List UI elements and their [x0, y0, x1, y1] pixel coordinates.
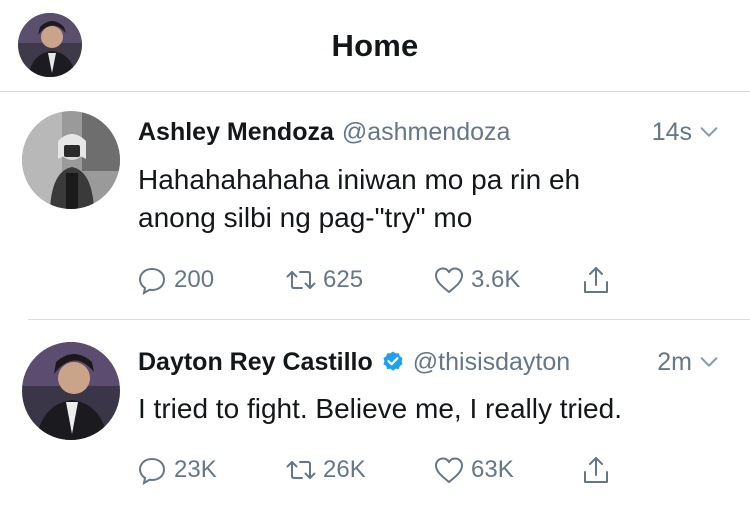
author-name[interactable]: Ashley Mendoza — [138, 118, 334, 147]
tweet-text-line: anong silbi ng pag-"try" mo — [138, 202, 473, 233]
chevron-down-icon[interactable] — [698, 351, 720, 373]
like-button[interactable]: 63K — [433, 453, 514, 487]
reply-icon — [138, 457, 166, 485]
like-icon — [435, 457, 463, 483]
tweet-text: I tried to fight. Believe me, I really t… — [138, 390, 710, 428]
top-bar: Home — [0, 0, 750, 92]
timestamp[interactable]: 14s — [652, 118, 692, 147]
tweet-header: Ashley Mendoza @ashmendoza 14s — [138, 115, 720, 149]
like-icon — [435, 267, 463, 293]
avatar[interactable] — [22, 342, 120, 440]
retweet-icon — [286, 461, 316, 479]
retweet-button[interactable]: 26K — [285, 453, 366, 487]
tweet-actions: 200 625 3.6K — [0, 263, 750, 297]
share-button[interactable] — [580, 453, 612, 487]
retweet-count: 26K — [323, 456, 366, 483]
chevron-down-icon[interactable] — [698, 121, 720, 143]
timestamp[interactable]: 2m — [657, 348, 692, 377]
reply-button[interactable]: 200 — [136, 263, 214, 297]
tweet[interactable]: Ashley Mendoza @ashmendoza 14s Hahahahah… — [0, 92, 750, 320]
avatar[interactable] — [22, 111, 120, 209]
retweet-icon — [286, 271, 316, 289]
author-name[interactable]: Dayton Rey Castillo — [138, 348, 373, 377]
tweet-actions: 23K 26K 63K — [0, 453, 750, 487]
tweet-text: Hahahahahaha iniwan mo pa rin eh anong s… — [138, 161, 710, 237]
page-title: Home — [331, 28, 419, 63]
tweet-text-line: I tried to fight. Believe me, I really t… — [138, 393, 622, 424]
reply-count: 23K — [174, 456, 217, 483]
retweet-count: 625 — [323, 266, 364, 293]
tweet-text-line: Hahahahahaha iniwan mo pa rin eh — [138, 164, 581, 195]
tweet-header: Dayton Rey Castillo @thisisdayton 2m — [138, 345, 720, 379]
like-count: 63K — [471, 456, 514, 483]
tweet[interactable]: Dayton Rey Castillo @thisisdayton 2m I t… — [0, 320, 750, 511]
author-handle[interactable]: @ashmendoza — [342, 118, 511, 147]
like-count: 3.6K — [471, 266, 521, 293]
reply-icon — [138, 267, 166, 295]
retweet-button[interactable]: 625 — [285, 263, 363, 297]
author-handle[interactable]: @thisisdayton — [413, 348, 570, 377]
reply-button[interactable]: 23K — [136, 453, 217, 487]
share-icon — [584, 267, 608, 293]
like-button[interactable]: 3.6K — [433, 263, 520, 297]
reply-count: 200 — [174, 266, 215, 293]
share-button[interactable] — [580, 263, 612, 297]
verified-badge-icon — [383, 351, 403, 371]
share-icon — [584, 457, 608, 483]
